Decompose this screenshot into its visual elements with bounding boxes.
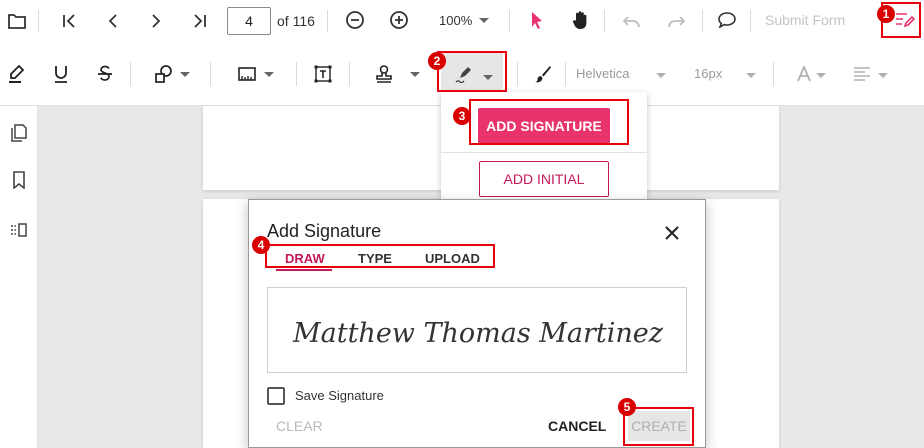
chevron-down-icon: [479, 18, 489, 23]
signature-canvas[interactable]: Matthew Thomas Martinez: [267, 287, 687, 373]
submit-form-button[interactable]: Submit Form: [765, 12, 845, 28]
text-align-icon[interactable]: [851, 63, 873, 85]
cancel-button[interactable]: CANCEL: [548, 418, 606, 434]
comment-icon[interactable]: [716, 9, 738, 31]
clear-button[interactable]: CLEAR: [276, 418, 323, 434]
last-page-icon[interactable]: [189, 10, 211, 32]
add-initial-button[interactable]: ADD INITIAL: [479, 161, 609, 197]
main-toolbar: 4 of 116 100% Submit Form: [0, 0, 924, 42]
measure-icon[interactable]: [236, 63, 258, 85]
stamp-icon[interactable]: [373, 63, 395, 85]
hand-icon[interactable]: [570, 9, 592, 31]
save-signature-label: Save Signature: [295, 388, 384, 403]
callout-badge: 3: [453, 107, 471, 125]
left-sidebar: [0, 106, 38, 448]
font-color-icon[interactable]: [793, 63, 815, 85]
redo-icon[interactable]: [665, 10, 687, 32]
save-signature-checkbox[interactable]: [267, 387, 285, 405]
page-number-input[interactable]: 4: [227, 7, 271, 35]
font-size-select[interactable]: 16px: [694, 66, 722, 81]
previous-page-icon[interactable]: [102, 10, 124, 32]
close-icon[interactable]: [661, 222, 683, 244]
dialog-title: Add Signature: [267, 221, 382, 241]
menu-divider: [441, 152, 647, 153]
next-page-icon[interactable]: [145, 10, 167, 32]
callout-box: [469, 99, 629, 145]
drawn-signature: Matthew Thomas Martinez: [292, 318, 664, 349]
zoom-dropdown[interactable]: 100%: [439, 13, 472, 28]
first-page-icon[interactable]: [58, 10, 80, 32]
callout-badge: 5: [618, 398, 636, 416]
undo-icon[interactable]: [621, 10, 643, 32]
pointer-icon[interactable]: [526, 9, 548, 31]
zoom-out-icon[interactable]: [344, 9, 366, 31]
highlight-icon[interactable]: [6, 63, 28, 85]
callout-box: [265, 244, 495, 268]
folder-open-icon[interactable]: [6, 10, 28, 32]
page-thumbnails-icon[interactable]: [8, 122, 30, 144]
callout-box: [437, 51, 507, 92]
strikethrough-icon[interactable]: [94, 63, 116, 85]
shapes-icon[interactable]: [153, 63, 175, 85]
signature-text: Matthew Thomas Martinez: [292, 318, 664, 349]
free-text-icon[interactable]: [312, 63, 334, 85]
page-total-label: of 116: [277, 13, 315, 29]
callout-badge: 2: [428, 52, 446, 70]
font-family-select[interactable]: Helvetica: [576, 66, 629, 81]
zoom-in-icon[interactable]: [388, 9, 410, 31]
callout-badge: 4: [252, 236, 270, 254]
bookmark-icon[interactable]: [8, 169, 30, 191]
organize-pages-icon[interactable]: [8, 219, 30, 241]
callout-badge: 1: [877, 5, 895, 23]
ink-brush-icon[interactable]: [532, 63, 554, 85]
active-tab-indicator: [276, 269, 332, 271]
underline-icon[interactable]: [50, 63, 72, 85]
